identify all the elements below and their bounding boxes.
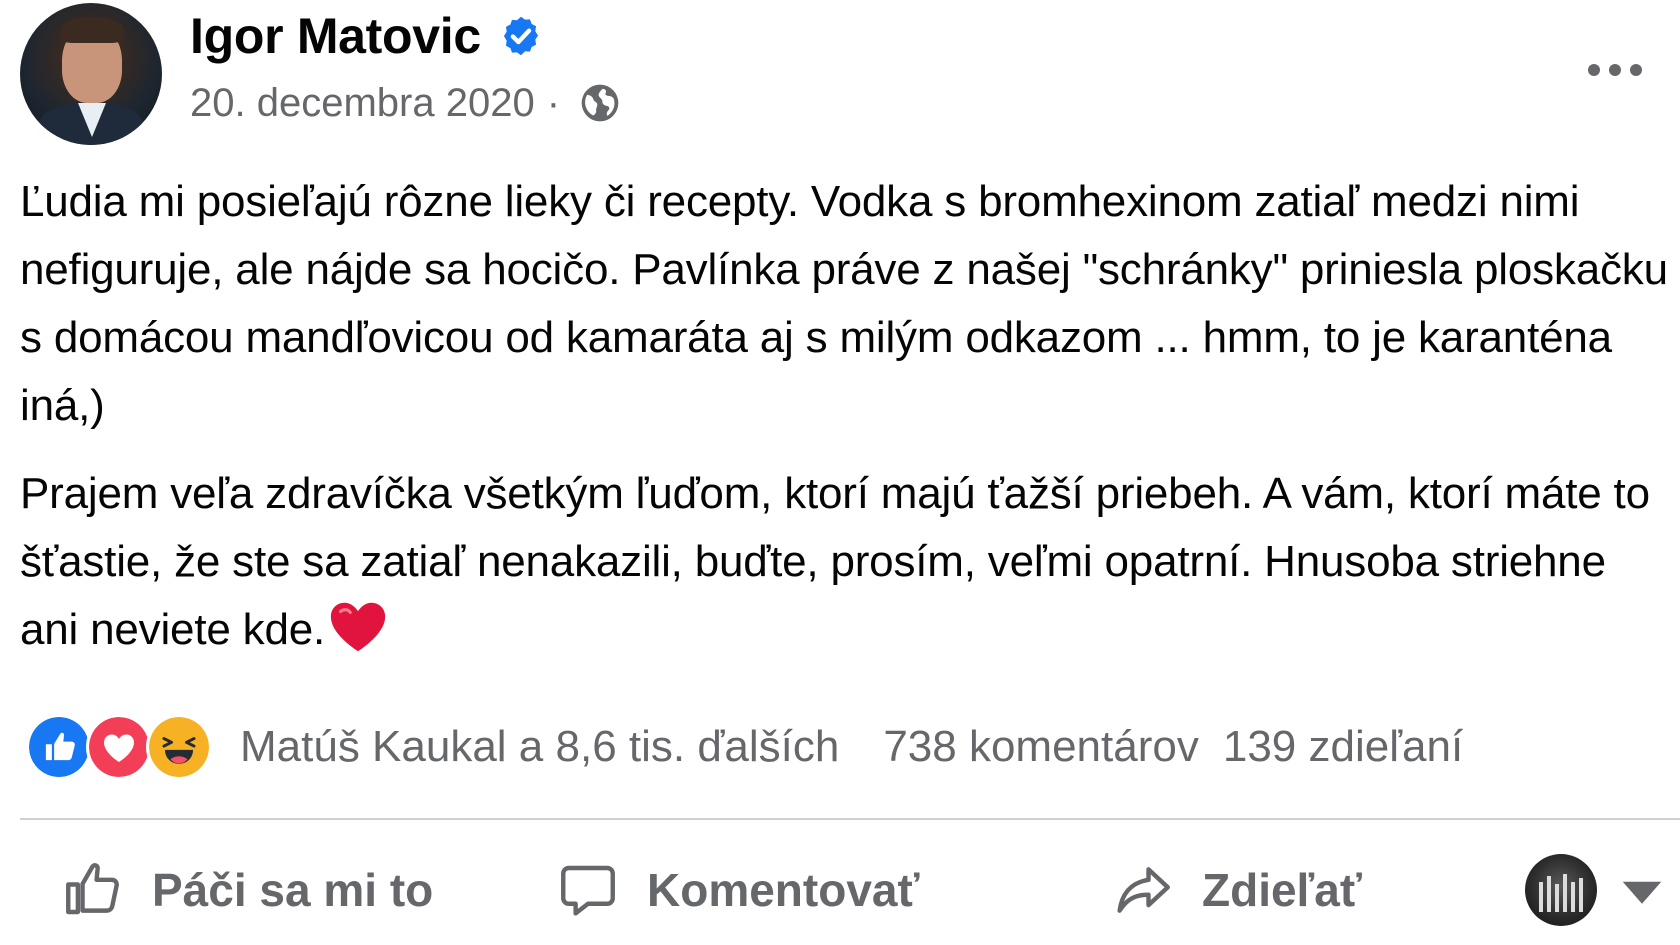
- comment-label: Komentovať: [647, 864, 920, 916]
- share-label: Zdieľať: [1202, 864, 1362, 916]
- like-label: Páči sa mi to: [152, 864, 434, 916]
- dot: [1630, 64, 1642, 76]
- comment-button[interactable]: Komentovať: [555, 845, 920, 935]
- comments-count[interactable]: 738 komentárov: [883, 722, 1199, 772]
- post-action-bar: Páči sa mi to Komentovať Zdieľať: [0, 845, 1680, 935]
- post-paragraph-1: Ľudia mi posieľajú rôzne lieky či recept…: [20, 177, 1668, 430]
- comment-bubble-icon: [561, 865, 615, 916]
- globe-icon: [581, 84, 619, 122]
- thumbs-up-icon: [66, 863, 119, 915]
- react-as-selector[interactable]: [1525, 845, 1675, 935]
- dot: [1588, 64, 1600, 76]
- like-button[interactable]: Páči sa mi to: [60, 845, 433, 935]
- share-arrow-icon: [1117, 867, 1170, 913]
- caret-down-icon: [1622, 881, 1662, 904]
- post-message: Ľudia mi posieľajú rôzne lieky či recept…: [20, 168, 1670, 684]
- meta-separator: ·: [546, 80, 561, 125]
- post-header: Igor Matovic: [190, 8, 543, 64]
- verified-badge-icon: [503, 16, 538, 56]
- reactions-summary: Matúš Kaukal a 8,6 tis. ďalších 738 kome…: [26, 712, 1680, 782]
- reaction-icons[interactable]: [26, 714, 212, 780]
- page-avatar: [1525, 854, 1597, 926]
- haha-icon: [146, 714, 212, 780]
- post-date[interactable]: 20. decembra 2020: [190, 81, 535, 126]
- dot: [1609, 64, 1621, 76]
- red-heart-emoji-icon: [330, 602, 386, 652]
- like-icon: [26, 714, 92, 780]
- post-paragraph-2: Prajem veľa zdravíčka všetkým ľuďom, kto…: [20, 469, 1650, 654]
- shares-count[interactable]: 139 zdieľaní: [1223, 722, 1463, 772]
- facebook-post: Igor Matovic 20. decembra 2020 · Ľudia m…: [0, 0, 1680, 945]
- author-name[interactable]: Igor Matovic: [190, 7, 481, 65]
- post-options-button[interactable]: [1570, 50, 1660, 90]
- love-icon: [86, 714, 152, 780]
- reactions-count[interactable]: Matúš Kaukal a 8,6 tis. ďalších: [240, 722, 839, 772]
- post-meta: 20. decembra 2020 ·: [190, 78, 622, 128]
- share-button[interactable]: Zdieľať: [1110, 845, 1362, 935]
- divider: [20, 818, 1680, 820]
- author-avatar[interactable]: [20, 3, 162, 145]
